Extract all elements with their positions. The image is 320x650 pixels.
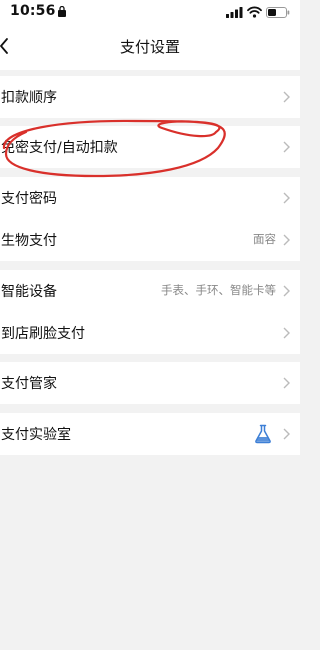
status-bar: 10:56: [0, 0, 300, 24]
row-value: 手表、手环、智能卡等: [161, 283, 276, 297]
status-time: 10:56: [10, 3, 56, 19]
settings-group: 扣款顺序: [0, 76, 300, 118]
chevron-right-icon: [283, 141, 290, 153]
battery-icon: [266, 7, 290, 18]
row-password-free-payment[interactable]: 免密支付/自动扣款: [0, 126, 300, 168]
chevron-right-icon: [283, 327, 290, 339]
cellular-signal-icon: [226, 7, 243, 18]
flask-icon: [255, 424, 271, 444]
row-in-store-face-payment[interactable]: 到店刷脸支付: [0, 312, 300, 354]
chevron-right-icon: [283, 192, 290, 204]
row-biometric-payment[interactable]: 生物支付 面容: [0, 219, 300, 261]
wifi-icon: [247, 6, 262, 18]
row-label: 支付管家: [1, 376, 57, 392]
row-deduction-order[interactable]: 扣款顺序: [0, 76, 300, 118]
row-label: 扣款顺序: [1, 90, 57, 106]
row-label: 免密支付/自动扣款: [1, 140, 118, 156]
row-label: 支付实验室: [1, 427, 71, 443]
lock-icon: [58, 6, 66, 17]
chevron-right-icon: [283, 91, 290, 103]
settings-group: 支付密码 生物支付 面容: [0, 177, 300, 261]
row-label: 支付密码: [1, 191, 57, 207]
row-smart-devices[interactable]: 智能设备 手表、手环、智能卡等: [0, 270, 300, 312]
settings-group: 智能设备 手表、手环、智能卡等 到店刷脸支付: [0, 270, 300, 354]
settings-group: 支付实验室: [0, 413, 300, 455]
chevron-right-icon: [283, 428, 290, 440]
row-label: 生物支付: [1, 233, 57, 249]
settings-group: 支付管家: [0, 362, 300, 404]
row-payment-password[interactable]: 支付密码: [0, 177, 300, 219]
row-payment-lab[interactable]: 支付实验室: [0, 413, 300, 455]
row-label: 到店刷脸支付: [1, 326, 85, 342]
nav-bar: 支付设置: [0, 24, 300, 70]
row-payment-butler[interactable]: 支付管家: [0, 362, 300, 404]
chevron-right-icon: [283, 285, 290, 297]
row-value: 面容: [253, 232, 276, 246]
chevron-right-icon: [283, 377, 290, 389]
row-label: 智能设备: [1, 284, 57, 300]
settings-group: 免密支付/自动扣款: [0, 126, 300, 168]
page-title: 支付设置: [119, 38, 180, 56]
chevron-right-icon: [283, 234, 290, 246]
screen: 10:56 支付设置 扣款顺序 免密支付/自动扣款 支付密码 生物支付 面容 智…: [0, 0, 300, 650]
